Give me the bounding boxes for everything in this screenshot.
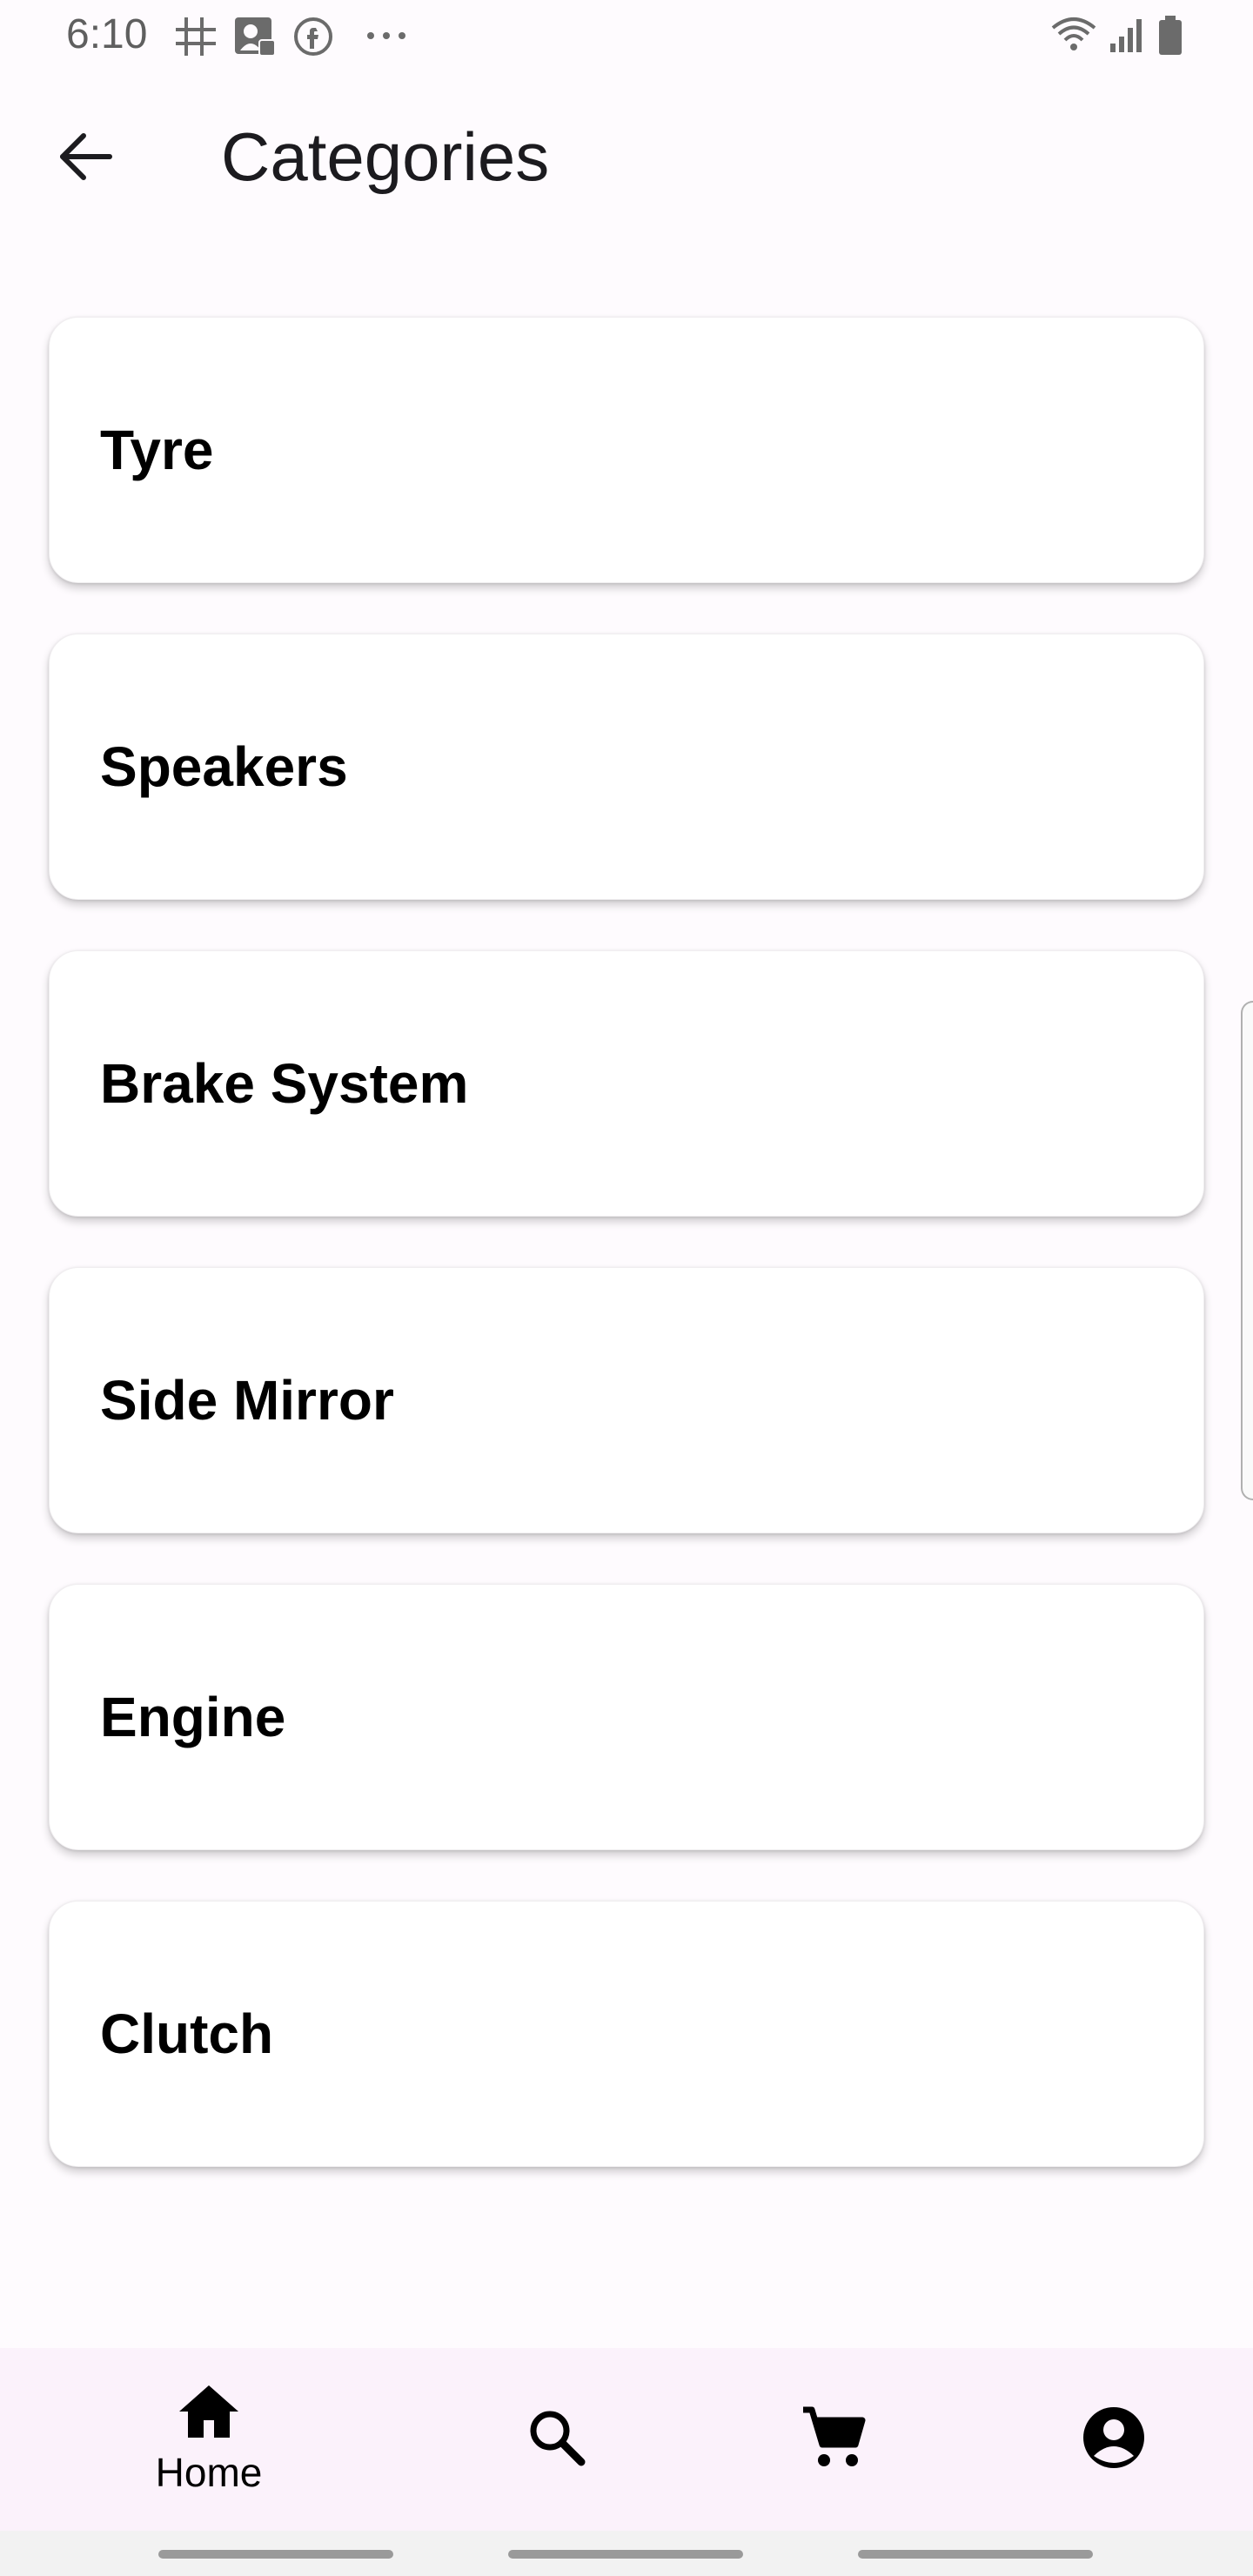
app-bar: Categories [0, 73, 1253, 244]
search-icon [527, 2408, 586, 2472]
account-icon [1082, 2405, 1146, 2474]
category-card-brake-system[interactable]: Brake System [49, 950, 1204, 1217]
category-label: Speakers [100, 735, 348, 798]
nav-item-search[interactable] [452, 2348, 661, 2531]
facebook-icon [292, 16, 334, 62]
gesture-pill-center[interactable] [508, 2550, 743, 2559]
category-label: Clutch [100, 2002, 274, 2065]
battery-icon [1157, 16, 1183, 60]
category-label: Tyre [100, 419, 214, 481]
edge-panel-handle[interactable] [1241, 1001, 1253, 1500]
nav-label-home: Home [155, 2449, 263, 2495]
signal-icon [1109, 16, 1147, 58]
gesture-bar [0, 2531, 1253, 2576]
category-card-tyre[interactable]: Tyre [49, 317, 1204, 583]
wifi-icon [1049, 16, 1098, 58]
category-card-engine[interactable]: Engine [49, 1584, 1204, 1850]
category-label: Engine [100, 1686, 286, 1748]
arrow-back-icon [57, 132, 113, 185]
contact-card-icon [233, 16, 277, 62]
page-title: Categories [221, 118, 550, 195]
more-dots-icon [365, 30, 409, 45]
category-card-side-mirror[interactable]: Side Mirror [49, 1267, 1204, 1533]
gesture-pill-right[interactable] [858, 2550, 1093, 2559]
category-list: Tyre Speakers Brake System Side Mirror E… [49, 317, 1204, 2217]
category-card-clutch[interactable]: Clutch [49, 1901, 1204, 2167]
back-button[interactable] [49, 122, 122, 195]
category-label: Brake System [100, 1052, 469, 1115]
status-time: 6:10 [66, 11, 148, 57]
nav-item-account[interactable] [1009, 2348, 1218, 2531]
grid-app-icon [174, 16, 218, 62]
nav-item-cart[interactable] [729, 2348, 938, 2531]
home-icon [178, 2384, 240, 2444]
category-card-speakers[interactable]: Speakers [49, 634, 1204, 900]
gesture-pill-left[interactable] [158, 2550, 393, 2559]
category-label: Side Mirror [100, 1369, 394, 1432]
bottom-navigation: Home [0, 2348, 1253, 2531]
nav-item-home[interactable]: Home [104, 2348, 313, 2531]
cart-icon [801, 2406, 866, 2473]
status-bar: 6:10 [0, 0, 1253, 73]
